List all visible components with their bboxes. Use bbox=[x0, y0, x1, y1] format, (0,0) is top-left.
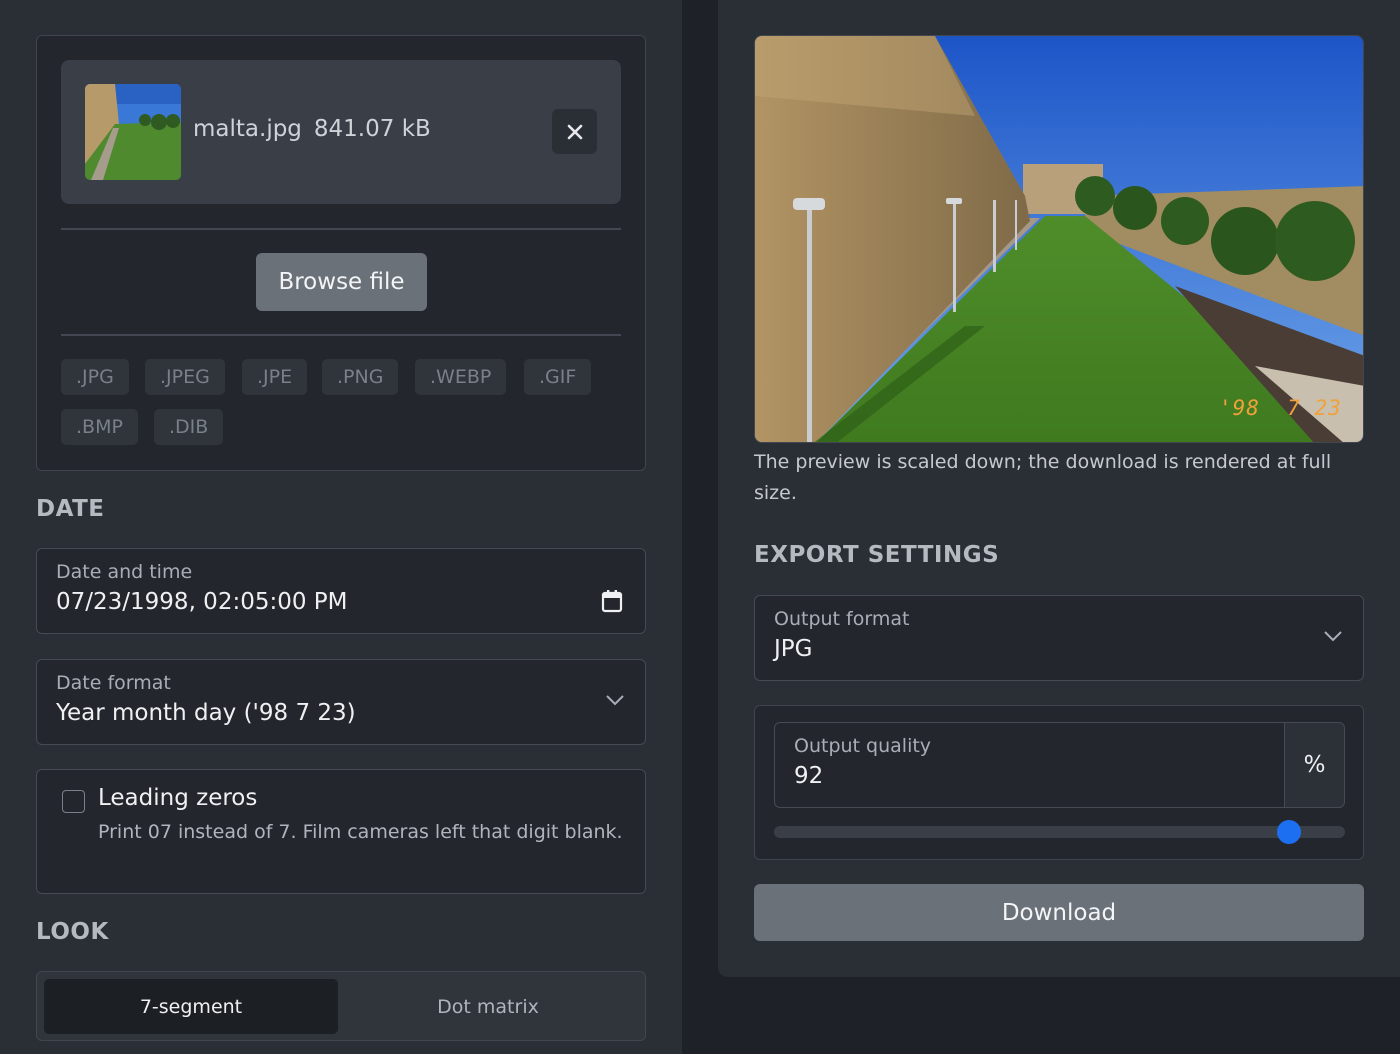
download-button[interactable]: Download bbox=[754, 884, 1364, 941]
remove-file-button[interactable] bbox=[552, 109, 597, 154]
preview-note: The preview is scaled down; the download… bbox=[754, 451, 1332, 504]
output-format-label: Output format bbox=[774, 608, 910, 630]
leading-zeros-label: Leading zeros bbox=[98, 785, 258, 811]
file-upload-card: malta.jpg 841.07 kB Browse file .JPG .JPE… bbox=[36, 35, 646, 471]
output-quality-group: Output quality 92 % bbox=[754, 705, 1364, 860]
quality-slider[interactable] bbox=[774, 820, 1345, 844]
chevron-down-icon bbox=[1324, 631, 1342, 642]
look-segmented-control: 7-segment Dot matrix bbox=[36, 971, 646, 1041]
chevron-down-icon bbox=[606, 695, 624, 706]
uploaded-file-row: malta.jpg 841.07 kB bbox=[61, 60, 621, 204]
output-quality-value: 92 bbox=[794, 763, 824, 789]
date-section-title: DATE bbox=[36, 496, 105, 522]
date-stamp: '98 7 23 bbox=[1219, 396, 1342, 420]
close-icon bbox=[567, 124, 582, 139]
output-format-value: JPG bbox=[774, 636, 813, 662]
percent-unit: % bbox=[1284, 722, 1345, 808]
extension-badge: .DIB bbox=[154, 409, 224, 445]
output-quality-label: Output quality bbox=[794, 735, 932, 757]
quality-slider-thumb[interactable] bbox=[1277, 820, 1301, 844]
leading-zeros-description: Print 07 instead of 7. Film cameras left… bbox=[98, 821, 623, 843]
extension-badge: .BMP bbox=[61, 409, 138, 445]
datetime-label: Date and time bbox=[56, 561, 193, 583]
date-format-select[interactable]: Date format Year month day ('98 7 23) bbox=[36, 659, 646, 745]
file-size-text: 841.07 kB bbox=[313, 116, 431, 142]
leading-zeros-option: Leading zeros Print 07 instead of 7. Fil… bbox=[36, 769, 646, 894]
file-name-text: malta.jpg bbox=[193, 116, 302, 142]
extension-badge: .JPEG bbox=[145, 359, 225, 395]
calendar-icon[interactable] bbox=[601, 589, 623, 613]
output-quality-input[interactable]: Output quality 92 bbox=[774, 722, 1285, 808]
image-preview: '98 7 23 bbox=[754, 35, 1364, 443]
divider bbox=[61, 228, 621, 230]
leading-zeros-checkbox[interactable] bbox=[62, 790, 85, 813]
look-option-7-segment[interactable]: 7-segment bbox=[44, 979, 338, 1034]
date-format-value: Year month day ('98 7 23) bbox=[56, 700, 356, 726]
extension-badge: .JPE bbox=[242, 359, 308, 395]
divider bbox=[61, 334, 621, 336]
datetime-field[interactable]: Date and time 07/23/1998, 02:05:00 PM bbox=[36, 548, 646, 634]
date-format-label: Date format bbox=[56, 672, 171, 694]
left-panel: malta.jpg 841.07 kB Browse file .JPG .JPE… bbox=[0, 0, 682, 1054]
look-option-dot-matrix[interactable]: Dot matrix bbox=[338, 979, 638, 1034]
export-section-title: EXPORT SETTINGS bbox=[754, 542, 1000, 568]
file-name: malta.jpg 841.07 kB bbox=[193, 116, 431, 142]
extension-badge: .GIF bbox=[524, 359, 592, 395]
look-section-title: LOOK bbox=[36, 919, 109, 945]
datetime-value: 07/23/1998, 02:05:00 PM bbox=[56, 589, 348, 615]
extension-badge: .JPG bbox=[61, 359, 129, 395]
browse-file-button[interactable]: Browse file bbox=[256, 253, 427, 311]
extension-badge: .PNG bbox=[322, 359, 399, 395]
file-thumbnail bbox=[85, 84, 181, 180]
output-format-select[interactable]: Output format JPG bbox=[754, 595, 1364, 681]
extension-badge: .WEBP bbox=[415, 359, 507, 395]
